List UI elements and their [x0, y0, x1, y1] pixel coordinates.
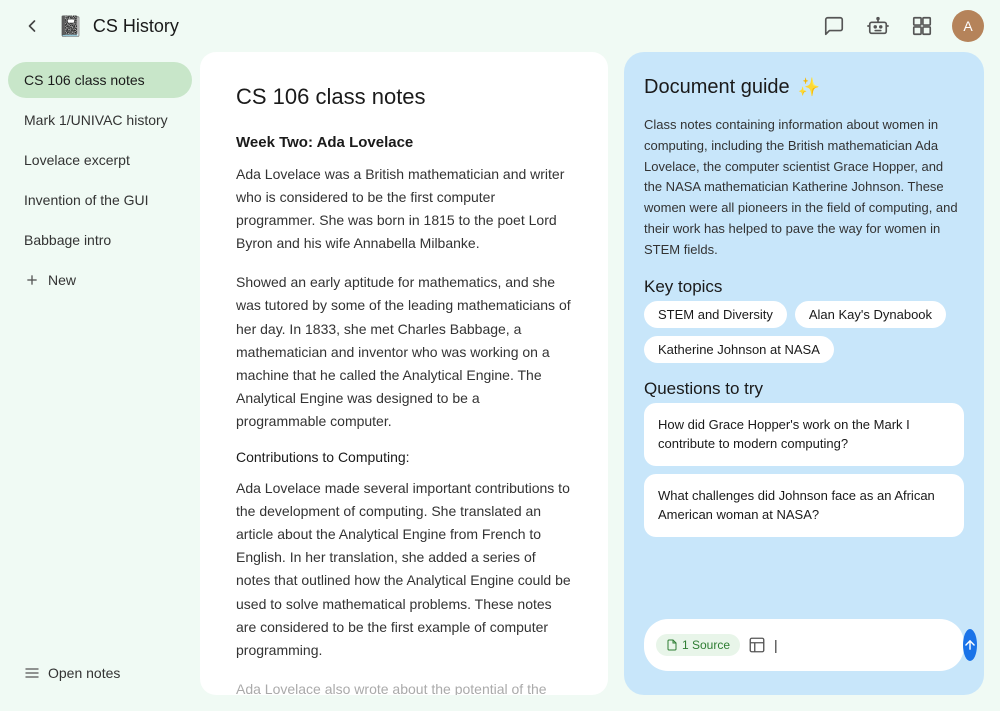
source-badge[interactable]: 1 Source — [656, 634, 740, 656]
sidebar-item-babbage[interactable]: Babbage intro — [8, 222, 192, 258]
open-notes-label: Open notes — [48, 665, 120, 681]
topbar-left: 📓 CS History — [16, 10, 179, 42]
robot-icon[interactable] — [864, 12, 892, 40]
guide-text-input[interactable] — [774, 637, 955, 653]
doc-icon: 📓 — [58, 14, 83, 39]
send-button[interactable] — [963, 629, 977, 661]
window-icon[interactable] — [908, 12, 936, 40]
new-button[interactable]: New — [8, 262, 192, 298]
key-topics-section: Key topics STEM and Diversity Alan Kay's… — [644, 277, 964, 363]
topic-chip-alan[interactable]: Alan Kay's Dynabook — [795, 301, 946, 328]
topbar-right: A — [820, 10, 984, 42]
key-topics-list: STEM and Diversity Alan Kay's Dynabook K… — [644, 301, 964, 363]
app-title: CS History — [93, 16, 179, 37]
question-1[interactable]: How did Grace Hopper's work on the Mark … — [644, 403, 964, 466]
paragraph-1: Ada Lovelace was a British mathematician… — [236, 163, 572, 255]
guide-title: Document guide — [644, 76, 790, 99]
content-area: CS 106 class notes Week Two: Ada Lovelac… — [200, 52, 1000, 711]
section-heading: Week Two: Ada Lovelace — [236, 134, 572, 151]
topic-chip-stem[interactable]: STEM and Diversity — [644, 301, 787, 328]
guide-header: Document guide ✨ — [644, 76, 964, 99]
document-title: CS 106 class notes — [236, 84, 572, 110]
paragraph-4: Ada Lovelace made several important cont… — [236, 477, 572, 662]
main-layout: CS 106 class notes Mark 1/UNIVAC history… — [0, 52, 1000, 711]
back-button[interactable] — [16, 10, 48, 42]
questions-list: How did Grace Hopper's work on the Mark … — [644, 403, 964, 537]
contributions-subheading: Contributions to Computing: — [236, 449, 572, 465]
sidebar-item-lovelace[interactable]: Lovelace excerpt — [8, 142, 192, 178]
guide-description: Class notes containing information about… — [644, 115, 964, 261]
questions-section: Questions to try How did Grace Hopper's … — [644, 379, 964, 537]
topbar: 📓 CS History — [0, 0, 1000, 52]
sidebar-item-cs106[interactable]: CS 106 class notes — [8, 62, 192, 98]
guide-panel: Document guide ✨ Class notes containing … — [624, 52, 984, 695]
sidebar-item-invention[interactable]: Invention of the GUI — [8, 182, 192, 218]
new-label: New — [48, 272, 76, 288]
sidebar: CS 106 class notes Mark 1/UNIVAC history… — [0, 52, 200, 711]
key-topics-title: Key topics — [644, 277, 964, 297]
chat-icon[interactable] — [820, 12, 848, 40]
open-notes-button[interactable]: Open notes — [8, 655, 192, 691]
question-2[interactable]: What challenges did Johnson face as an A… — [644, 474, 964, 537]
questions-title: Questions to try — [644, 379, 964, 399]
avatar[interactable]: A — [952, 10, 984, 42]
topic-chip-katherine[interactable]: Katherine Johnson at NASA — [644, 336, 834, 363]
note-icon-button[interactable] — [748, 631, 766, 659]
paragraph-2: Showed an early aptitude for mathematics… — [236, 271, 572, 433]
document-panel: CS 106 class notes Week Two: Ada Lovelac… — [200, 52, 608, 695]
paragraph-5: Ada Lovelace also wrote about the potent… — [236, 678, 572, 695]
sidebar-item-mark1[interactable]: Mark 1/UNIVAC history — [8, 102, 192, 138]
sparkle-icon: ✨ — [798, 77, 820, 98]
sidebar-bottom: Open notes — [0, 643, 200, 703]
guide-input-bar: 1 Source — [644, 619, 964, 671]
source-badge-label: 1 Source — [682, 638, 730, 652]
